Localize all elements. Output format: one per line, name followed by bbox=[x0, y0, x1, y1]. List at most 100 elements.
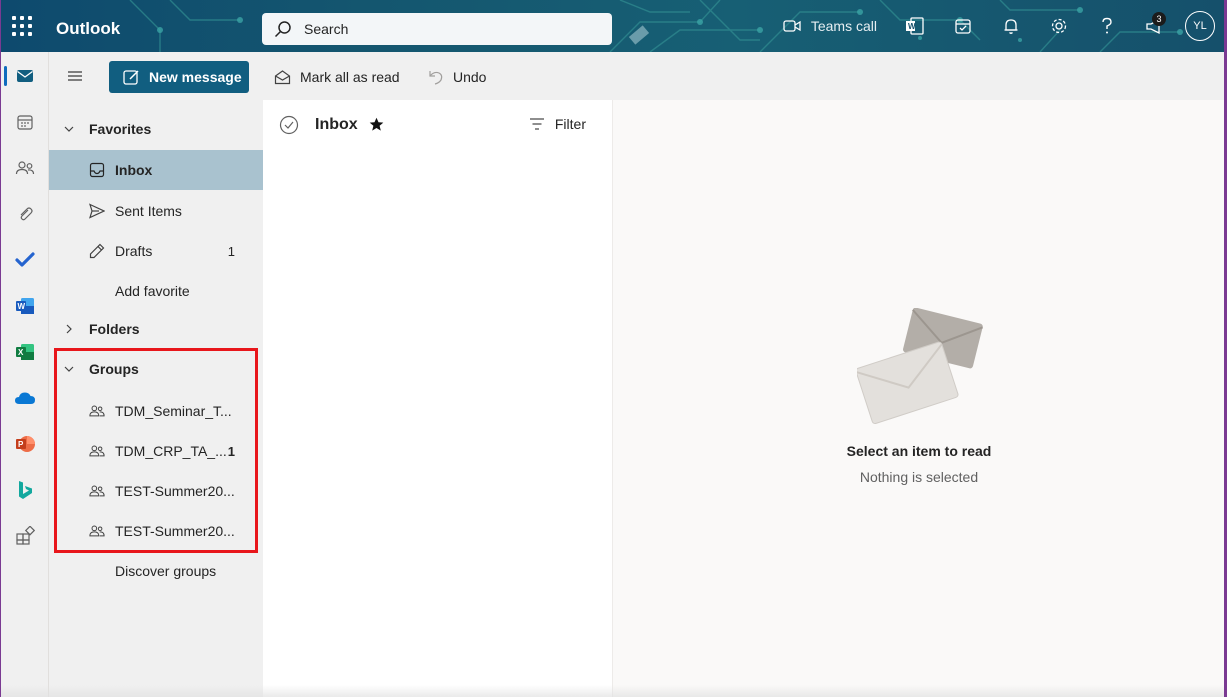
app-launcher-icon[interactable] bbox=[12, 16, 34, 38]
feedback-button[interactable]: 3 bbox=[1131, 0, 1179, 52]
svg-text:W: W bbox=[17, 302, 25, 311]
chevron-down-icon bbox=[64, 366, 74, 372]
svg-text:P: P bbox=[18, 440, 24, 449]
app-header: Outlook Search Teams call W 3 YL bbox=[0, 0, 1227, 52]
window-frame-left bbox=[0, 0, 1, 697]
header-actions: Teams call W 3 YL bbox=[769, 0, 1227, 52]
undo-button[interactable]: Undo bbox=[428, 61, 486, 93]
office-icon: W bbox=[906, 17, 924, 35]
bell-icon bbox=[1004, 19, 1018, 34]
onedrive-icon[interactable] bbox=[0, 378, 49, 418]
group-item[interactable]: TEST-Summer20... bbox=[49, 511, 263, 551]
apps-icon[interactable] bbox=[0, 516, 49, 556]
inbox-icon bbox=[89, 162, 105, 178]
search-placeholder: Search bbox=[304, 21, 349, 37]
empty-mail-illustration bbox=[857, 308, 984, 425]
group-people-icon bbox=[89, 405, 105, 417]
group-label: TDM_CRP_TA_... bbox=[115, 443, 227, 459]
calendar-icon[interactable] bbox=[0, 102, 49, 142]
discover-groups-link[interactable]: Discover groups bbox=[49, 551, 263, 591]
mark-all-read-button[interactable]: Mark all as read bbox=[274, 61, 400, 93]
word-icon[interactable]: W bbox=[0, 286, 49, 326]
filter-label: Filter bbox=[554, 116, 586, 132]
reading-pane-subtitle: Nothing is selected bbox=[859, 469, 979, 485]
settings-button[interactable] bbox=[1035, 0, 1083, 52]
send-icon bbox=[89, 203, 105, 219]
hamburger-menu-icon[interactable] bbox=[65, 66, 85, 86]
pencil-icon bbox=[89, 243, 105, 259]
office-button[interactable]: W bbox=[891, 0, 939, 52]
folder-inbox[interactable]: Inbox bbox=[49, 150, 263, 190]
app-title[interactable]: Outlook bbox=[56, 19, 120, 39]
notification-count-badge: 3 bbox=[1152, 12, 1166, 26]
svg-text:W: W bbox=[908, 22, 916, 31]
my-day-button[interactable] bbox=[939, 0, 987, 52]
group-label: TEST-Summer20... bbox=[115, 483, 235, 499]
add-favorite-label: Add favorite bbox=[115, 283, 190, 299]
groups-header[interactable]: Groups bbox=[49, 349, 263, 389]
attachment-icon[interactable] bbox=[0, 194, 49, 234]
question-mark-icon bbox=[1102, 17, 1112, 34]
new-message-label: New message bbox=[149, 69, 242, 85]
chevron-right-icon bbox=[66, 324, 72, 334]
svg-text:X: X bbox=[18, 348, 24, 357]
avatar[interactable]: YL bbox=[1185, 11, 1215, 41]
new-message-button[interactable]: New message bbox=[109, 61, 249, 93]
folders-label: Folders bbox=[89, 321, 140, 337]
teams-call-button[interactable]: Teams call bbox=[769, 0, 891, 52]
people-icon[interactable] bbox=[0, 148, 49, 188]
undo-label: Undo bbox=[453, 69, 487, 85]
favorites-label: Favorites bbox=[89, 121, 152, 137]
help-button[interactable] bbox=[1083, 0, 1131, 52]
filter-button[interactable]: Filter bbox=[529, 116, 586, 132]
chevron-down-icon bbox=[64, 126, 74, 132]
folder-sent-label: Sent Items bbox=[115, 203, 182, 219]
select-all-checkbox-icon[interactable] bbox=[279, 115, 299, 135]
message-list-title: Inbox bbox=[315, 116, 358, 133]
video-camera-icon bbox=[783, 20, 801, 32]
folders-header[interactable]: Folders bbox=[49, 309, 263, 349]
group-unread-count: 1 bbox=[227, 443, 235, 459]
excel-icon[interactable]: X bbox=[0, 332, 49, 372]
message-list: Inbox Filter bbox=[263, 100, 612, 697]
envelope-open-icon bbox=[274, 70, 291, 85]
powerpoint-icon[interactable]: P bbox=[0, 424, 49, 464]
group-people-icon bbox=[89, 525, 105, 537]
group-people-icon bbox=[89, 485, 105, 497]
group-people-icon bbox=[89, 445, 105, 457]
folder-drafts-count: 1 bbox=[227, 243, 235, 259]
mark-all-read-label: Mark all as read bbox=[300, 69, 400, 85]
search-box[interactable]: Search bbox=[262, 13, 612, 45]
search-icon bbox=[274, 21, 291, 38]
folder-inbox-label: Inbox bbox=[115, 162, 153, 178]
app-rail: W X P bbox=[0, 52, 49, 697]
group-label: TDM_Seminar_T... bbox=[115, 403, 232, 419]
group-item[interactable]: TDM_Seminar_T... bbox=[49, 391, 263, 431]
mail-icon[interactable] bbox=[0, 56, 49, 96]
compose-icon bbox=[123, 69, 139, 85]
discover-groups-label: Discover groups bbox=[115, 563, 217, 579]
folder-drafts[interactable]: Drafts 1 bbox=[49, 231, 263, 271]
star-icon[interactable] bbox=[369, 117, 384, 132]
folder-pane: Favorites Inbox Sent Items Drafts 1 Add … bbox=[49, 100, 263, 697]
gear-icon bbox=[1051, 18, 1067, 34]
reading-pane: Select an item to read Nothing is select… bbox=[612, 100, 1224, 697]
folder-sent-items[interactable]: Sent Items bbox=[49, 191, 263, 231]
calendar-check-icon bbox=[955, 19, 971, 34]
todo-icon[interactable] bbox=[0, 240, 49, 280]
groups-label: Groups bbox=[89, 361, 139, 377]
undo-icon bbox=[429, 71, 443, 85]
bing-icon[interactable] bbox=[0, 470, 49, 510]
notifications-button[interactable] bbox=[987, 0, 1035, 52]
command-toolbar: New message Mark all as read Undo bbox=[49, 52, 1227, 100]
folder-drafts-label: Drafts bbox=[115, 243, 153, 259]
teams-call-label: Teams call bbox=[810, 18, 877, 34]
add-favorite-link[interactable]: Add favorite bbox=[49, 271, 263, 311]
filter-icon bbox=[529, 118, 544, 130]
message-list-header: Inbox Filter bbox=[263, 100, 612, 148]
group-item[interactable]: TDM_CRP_TA_... 1 bbox=[49, 431, 263, 471]
group-label: TEST-Summer20... bbox=[115, 523, 235, 539]
reading-pane-title: Select an item to read bbox=[846, 443, 992, 459]
group-item[interactable]: TEST-Summer20... bbox=[49, 471, 263, 511]
favorites-header[interactable]: Favorites bbox=[49, 109, 263, 149]
